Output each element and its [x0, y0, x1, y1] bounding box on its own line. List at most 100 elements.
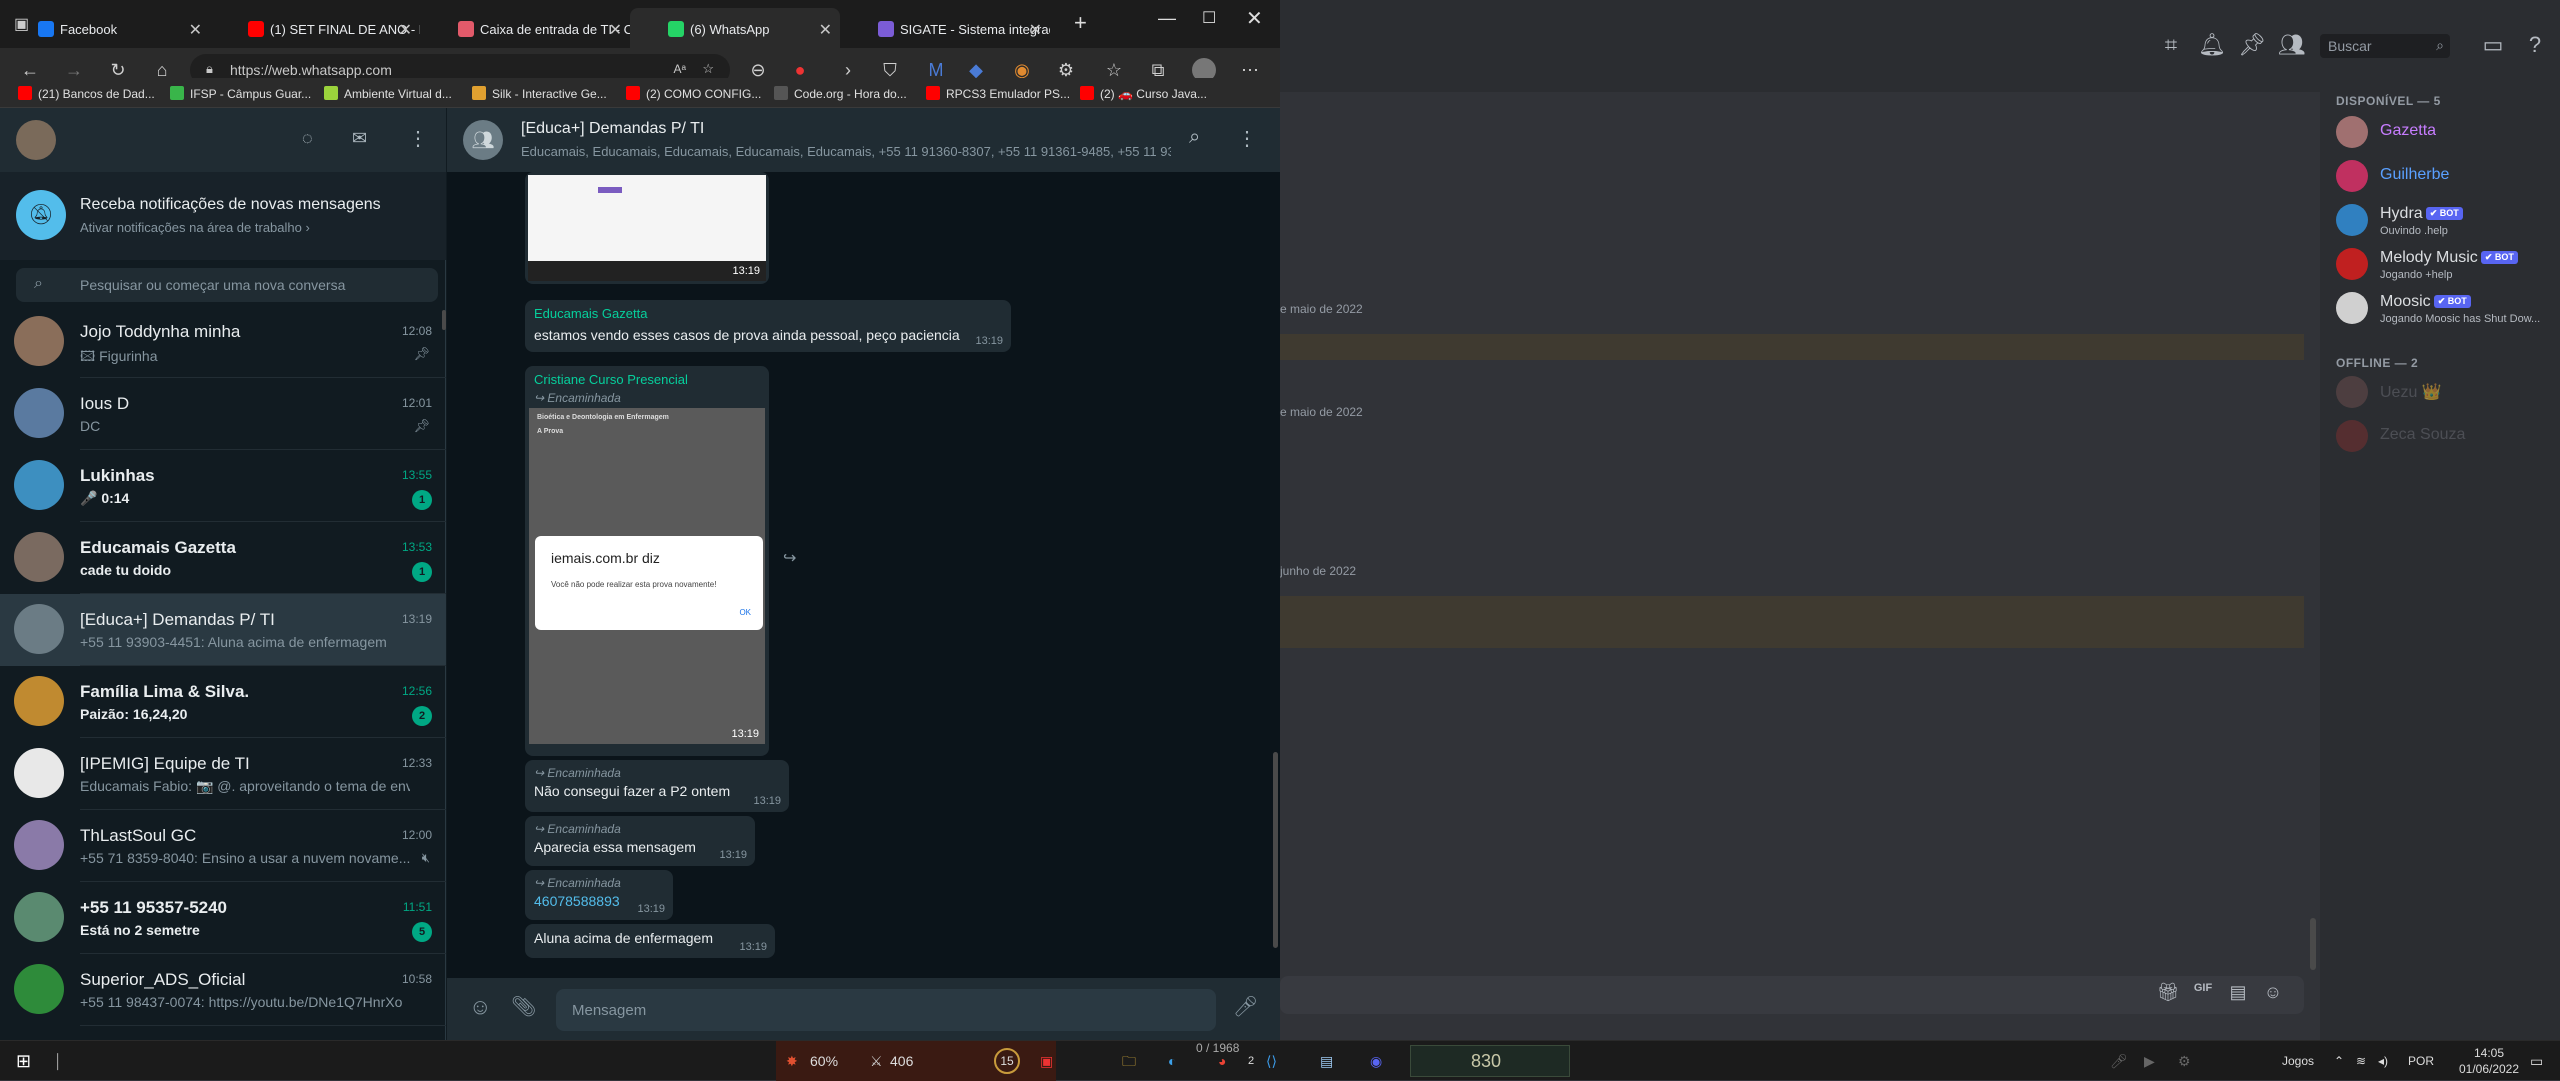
discord-icon[interactable]: ◉ — [1370, 1049, 1382, 1073]
text-message[interactable]: ↪ Encaminhada Não consegui fazer a P2 on… — [525, 760, 789, 812]
gif-icon[interactable]: GIF — [2190, 982, 2216, 1008]
new-chat-icon[interactable]: ✉ — [352, 128, 367, 149]
bookmark-item[interactable]: IFSP - Câmpus Guar... — [170, 86, 311, 101]
close-tab-icon[interactable]: ✕ — [189, 20, 202, 40]
member-item[interactable]: Uezu 👑 — [2336, 372, 2556, 412]
emoji-icon[interactable]: ☺ — [469, 994, 491, 1020]
games-label[interactable]: Jogos — [2282, 1049, 2314, 1073]
tab-facebook[interactable]: Facebook ✕ — [0, 8, 210, 48]
vscode-icon[interactable]: ⟨⟩ — [1266, 1049, 1277, 1073]
folder-icon[interactable]: 🗀 — [1122, 1049, 1136, 1073]
tab-sigate[interactable]: SIGATE - Sistema integrad ✕ — [840, 8, 1050, 48]
volume-icon[interactable]: ◂) — [2378, 1049, 2388, 1073]
search-icon[interactable]: │ — [54, 1049, 63, 1073]
threads-icon[interactable]: ⌗ — [2158, 32, 2184, 58]
chat-list-item[interactable]: Educamais Gazetta 13:53 cade tu doido 1 — [0, 522, 446, 594]
search-icon[interactable]: ⌕ — [1189, 126, 1200, 149]
my-avatar[interactable] — [16, 120, 56, 160]
bell-icon[interactable]: 🔔︎ — [2198, 32, 2226, 58]
bookmark-item[interactable]: (2) COMO CONFIG... — [626, 86, 761, 101]
notification-banner[interactable]: 🔕︎ Receba notificações de novas mensagen… — [0, 172, 446, 260]
message-input[interactable]: Mensagem — [556, 989, 1216, 1031]
member-item[interactable]: Zeca Souza — [2336, 416, 2556, 456]
notepad-icon[interactable]: ▤ — [1320, 1049, 1333, 1073]
chat-list-item[interactable]: Ious D 12:01 DC 📌︎ — [0, 378, 446, 450]
attach-icon[interactable]: 📎︎ — [511, 994, 536, 1019]
image-message[interactable]: 13:19 — [525, 172, 769, 284]
menu-icon[interactable]: ⋮ — [408, 126, 428, 151]
member-item[interactable]: Moosic ✔ BOT Jogando Moosic has Shut Dow..… — [2336, 288, 2556, 328]
chat-list-item[interactable]: Lukinhas 13:55 🎤 0:14 1 — [0, 450, 446, 522]
member-item[interactable]: Guilherbe — [2336, 156, 2556, 196]
close-tab-icon[interactable]: ✕ — [819, 20, 832, 40]
notification-icon[interactable]: ▭ — [2530, 1049, 2543, 1073]
language-indicator[interactable]: POR — [2408, 1049, 2434, 1073]
notification-link[interactable]: Ativar notificações na área de trabalho … — [80, 220, 310, 235]
text-message[interactable]: ↪ Encaminhada 46078588893 13:19 — [525, 870, 673, 920]
close-tab-icon[interactable]: ✕ — [399, 20, 412, 40]
read-aloud-icon[interactable]: Aᵃ — [674, 62, 686, 76]
screenshot-image[interactable]: Bioética e Deontologia em Enfermagem A P… — [529, 408, 765, 744]
favorite-add-icon[interactable]: ☆ — [702, 61, 714, 77]
conversation-header[interactable]: 👥︎ [Educa+] Demandas P/ TI Educamais, Ed… — [447, 108, 1280, 172]
chrome-icon[interactable]: ◕ — [1218, 1049, 1226, 1073]
chat-list-item[interactable]: [Educa+] Demandas P/ TI 13:19 +55 11 93903… — [0, 594, 446, 666]
emoji-icon[interactable]: ☺ — [2260, 982, 2286, 1008]
tray-arrow-icon[interactable]: ⌃ — [2334, 1049, 2344, 1073]
chat-list-item[interactable]: Família Lima & Silva. 12:56 Paizão: 16,24,… — [0, 666, 446, 738]
chat-list-item[interactable]: +55 11 95357-5240 11:51 Está no 2 semetre 5 — [0, 882, 446, 954]
inbox-icon[interactable]: ▭ — [2480, 32, 2506, 58]
gear-icon[interactable]: ⚙ — [2178, 1049, 2191, 1073]
menu-icon[interactable]: ⋮ — [1237, 126, 1257, 151]
text-message[interactable]: Aluna acima de enfermagem 13:19 — [525, 924, 775, 958]
members-icon[interactable]: 👥︎ — [2278, 32, 2306, 58]
message-scrollbar[interactable] — [1273, 752, 1278, 948]
maximize-button[interactable]: ☐ — [1202, 8, 1216, 28]
microphone-icon[interactable]: 🎤︎ — [1233, 994, 1258, 1019]
chat-list-scrollbar[interactable] — [442, 310, 446, 330]
wifi-icon[interactable]: ≋ — [2356, 1049, 2366, 1073]
chat-list-item[interactable]: ThLastSoul GC 12:00 +55 71 8359-8040: Ensi… — [0, 810, 446, 882]
chat-list-item[interactable]: Jojo Toddynha minha 12:08 🖾 Figurinha 📌︎ — [0, 306, 446, 378]
chat-list-item[interactable]: [IPEMIG] Equipe de TI 12:33 Educamais Fabi… — [0, 738, 446, 810]
screenshot-image[interactable]: 13:19 — [528, 175, 766, 281]
bookmark-item[interactable]: Code.org - Hora do... — [774, 86, 907, 101]
member-item[interactable]: Gazetta — [2336, 112, 2556, 152]
tab-whatsapp[interactable]: (6) WhatsApp ✕ — [630, 8, 840, 48]
close-window-button[interactable]: ✕ — [1246, 6, 1263, 31]
close-tab-icon[interactable]: ✕ — [609, 20, 622, 40]
discord-message-input[interactable]: 🎁︎ GIF ▤ ☺ — [1280, 976, 2304, 1014]
bookmark-item[interactable]: Silk - Interactive Ge... — [472, 86, 607, 101]
clock-date[interactable]: 01/06/2022 — [2454, 1062, 2524, 1076]
bookmark-item[interactable]: Ambiente Virtual d... — [324, 86, 452, 101]
close-tab-icon[interactable]: ✕ — [1029, 20, 1042, 40]
bookmark-item[interactable]: (21) Bancos de Dad... — [18, 86, 155, 101]
edge-icon[interactable]: ◐ — [1168, 1049, 1176, 1073]
pin-icon[interactable]: 📌︎ — [2238, 32, 2266, 58]
clock-time[interactable]: 14:05 — [2454, 1046, 2524, 1060]
discord-scrollbar[interactable] — [2310, 918, 2316, 970]
chat-list-item[interactable]: Superior_ADS_Oficial 10:58 +55 11 98437-00… — [0, 954, 446, 1026]
tab-mail[interactable]: Caixa de entrada de TI - C ✕ — [420, 8, 630, 48]
member-item[interactable]: Melody Music ✔ BOT Jogando +help — [2336, 244, 2556, 284]
minimize-button[interactable]: — — [1158, 8, 1176, 29]
text-message[interactable]: ↪ Encaminhada Aparecia essa mensagem 13:… — [525, 816, 755, 866]
tab-youtube[interactable]: (1) SET FINAL DE ANO - D ✕ — [210, 8, 420, 48]
app-icon[interactable]: ▣ — [1040, 1049, 1053, 1073]
microphone-icon[interactable]: 🎤︎ — [2110, 1049, 2128, 1073]
discord-search-input[interactable]: Buscar ⌕ — [2320, 34, 2450, 58]
sticker-icon[interactable]: ▤ — [2225, 982, 2251, 1008]
chat-search-input[interactable]: ⌕ Pesquisar ou começar uma nova conversa — [16, 268, 438, 302]
status-icon[interactable]: ◌ — [302, 128, 313, 149]
forward-icon[interactable]: ↪ — [783, 548, 796, 568]
member-item[interactable]: Hydra ✔ BOT Ouvindo .help — [2336, 200, 2556, 240]
image-message[interactable]: Cristiane Curso Presencial ↪ Encaminhada… — [525, 366, 769, 756]
gift-icon[interactable]: 🎁︎ — [2155, 982, 2181, 1008]
help-icon[interactable]: ? — [2522, 32, 2548, 58]
windows-start-icon[interactable]: ⊞ — [16, 1049, 31, 1073]
bookmark-item[interactable]: RPCS3 Emulador PS... — [926, 86, 1070, 101]
bookmark-item[interactable]: (2) 🚗 Curso Java... — [1080, 86, 1207, 101]
new-tab-button[interactable]: + — [1074, 10, 1087, 36]
text-message[interactable]: Educamais Gazetta estamos vendo esses ca… — [525, 300, 1011, 352]
camera-icon[interactable]: ▶ — [2144, 1049, 2155, 1073]
